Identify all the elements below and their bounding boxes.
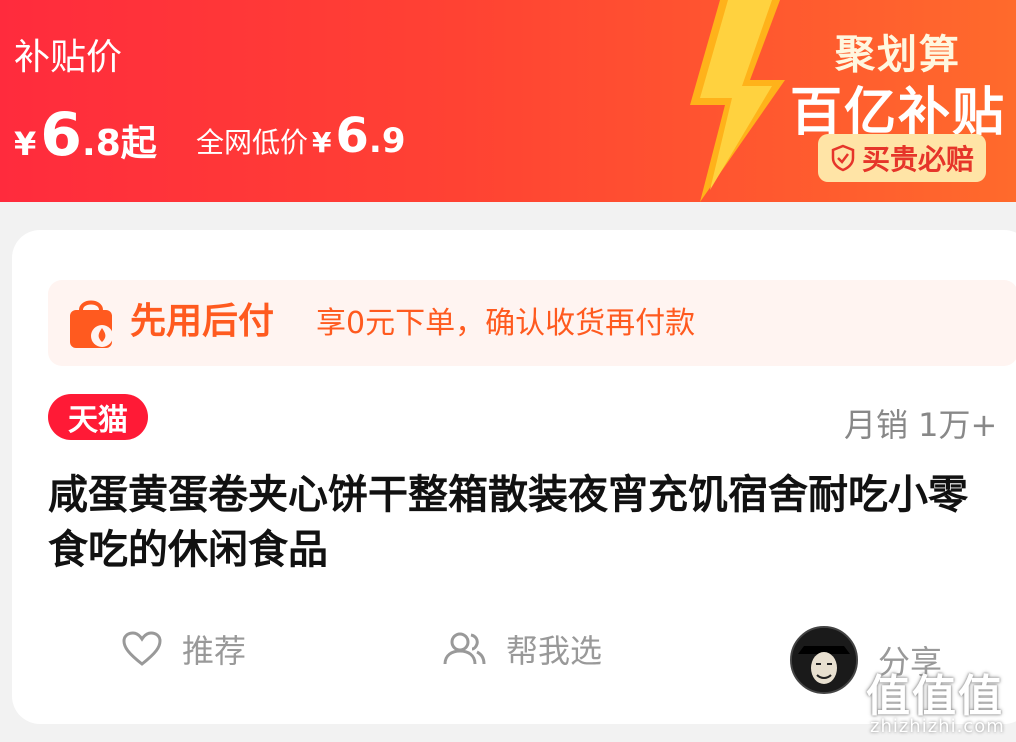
price-suffix: 起 [120, 123, 157, 164]
masked-face-avatar-icon [792, 628, 856, 692]
people-icon [443, 632, 486, 665]
pay-later-title: 先用后付 [130, 301, 275, 342]
subsidy-label: 补贴价 [14, 37, 123, 78]
price-guarantee-badge: 买贵必赔 [818, 134, 986, 182]
avatar [790, 626, 858, 694]
price-integer: 6 [40, 100, 83, 170]
pay-later-description: 享0元下单，确认收货再付款 [316, 306, 696, 341]
help-choose-button[interactable]: 帮我选 [442, 626, 602, 672]
shield-check-icon [831, 144, 855, 172]
lowest-price-decimal: .9 [368, 121, 406, 161]
help-choose-label: 帮我选 [506, 632, 603, 670]
recommend-button[interactable]: 推荐 [122, 626, 246, 672]
recommend-label: 推荐 [182, 632, 247, 670]
subsidy-price: ¥ 6 .8 起 [14, 105, 157, 166]
guarantee-label: 买贵必赔 [861, 143, 974, 176]
lightning-icon [690, 0, 785, 202]
lowest-price-label: 全网低价 [196, 126, 309, 159]
watermark-url: zhizhizhi.com [870, 716, 1005, 737]
product-card: 先用后付 享0元下单，确认收货再付款 天猫 月销 1万+ 咸蛋黄蛋卷夹心饼干整箱… [12, 230, 1016, 724]
watermark-logo: 值值值 [866, 671, 1004, 722]
subsidy-banner: 补贴价 ¥ 6 .8 起 全网低价 ¥ 6 .9 聚划算 百亿补贴 买贵必赔 [0, 0, 1016, 202]
lowest-price-integer: 6 [335, 108, 369, 164]
lowest-price: 全网低价 ¥ 6 .9 [196, 112, 405, 161]
lowest-price-currency: ¥ [312, 126, 332, 159]
heart-icon [122, 631, 162, 666]
tmall-badge: 天猫 [48, 394, 148, 440]
product-title: 咸蛋黄蛋卷夹心饼干整箱散装夜宵充饥宿舍耐吃小零食吃的休闲食品 [48, 472, 968, 573]
price-decimal: .8 [82, 123, 121, 164]
pay-later-banner[interactable]: 先用后付 享0元下单，确认收货再付款 [48, 280, 1016, 366]
monthly-sales: 月销 1万+ [844, 406, 998, 444]
price-currency: ¥ [14, 125, 37, 163]
shopping-bag-icon [70, 300, 113, 348]
